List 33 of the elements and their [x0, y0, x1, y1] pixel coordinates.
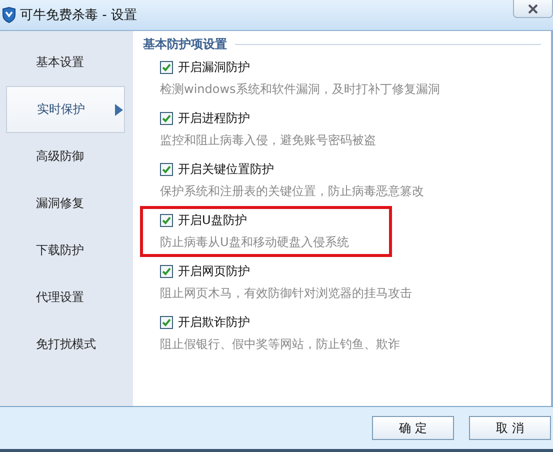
checkbox[interactable] — [160, 162, 173, 176]
sidebar-item[interactable]: 下载防护 — [6, 227, 127, 274]
option-description: 防止病毒从U盘和移动硬盘入侵系统 — [160, 234, 350, 251]
option-label: 开启网页防护 — [178, 262, 250, 280]
checkbox[interactable] — [160, 112, 173, 124]
checkbox[interactable] — [160, 60, 173, 74]
arrow-icon — [115, 104, 123, 116]
checkbox[interactable] — [160, 316, 173, 328]
sidebar-item[interactable]: 基本设置 — [6, 39, 127, 86]
dialog-button[interactable]: 确 定 — [372, 416, 454, 440]
option-label: 开启U盘防护 — [178, 212, 247, 228]
close-icon — [528, 4, 538, 14]
option-label: 开启欺诈防护 — [178, 314, 250, 330]
checkbox[interactable] — [160, 264, 173, 278]
window-title: 可牛免费杀毒 - 设置 — [20, 7, 137, 24]
option-label: 开启漏洞防护 — [178, 58, 250, 76]
sidebar-item[interactable]: 实时保护 — [6, 86, 125, 133]
sidebar-item[interactable]: 代理设置 — [6, 274, 127, 321]
close-button[interactable] — [513, 0, 553, 18]
option-label: 开启进程防护 — [178, 110, 250, 126]
section-title: 基本防护项设置 — [143, 36, 227, 52]
option-description: 阻止网页木马，有效防御针对浏览器的挂马攻击 — [160, 285, 413, 302]
option-description: 检测windows系统和软件漏洞，及时打补丁修复漏洞 — [160, 81, 441, 98]
sidebar-item[interactable]: 高级防御 — [6, 133, 127, 180]
dialog-button[interactable]: 取 消 — [469, 416, 551, 440]
sidebar-item[interactable]: 免打扰模式 — [6, 321, 127, 368]
option-label: 开启关键位置防护 — [178, 160, 274, 178]
sidebar-item[interactable]: 漏洞修复 — [6, 180, 127, 227]
option-description: 保护系统和注册表的关键位置，防止病毒恶意篡改 — [160, 183, 425, 200]
option-description: 阻止假银行、假中奖等网站，防止钓鱼、欺诈 — [160, 336, 401, 353]
option-description: 监控和阻止病毒入侵，避免账号密码被盗 — [160, 132, 377, 149]
checkbox[interactable] — [160, 214, 173, 226]
shield-icon — [2, 7, 16, 23]
